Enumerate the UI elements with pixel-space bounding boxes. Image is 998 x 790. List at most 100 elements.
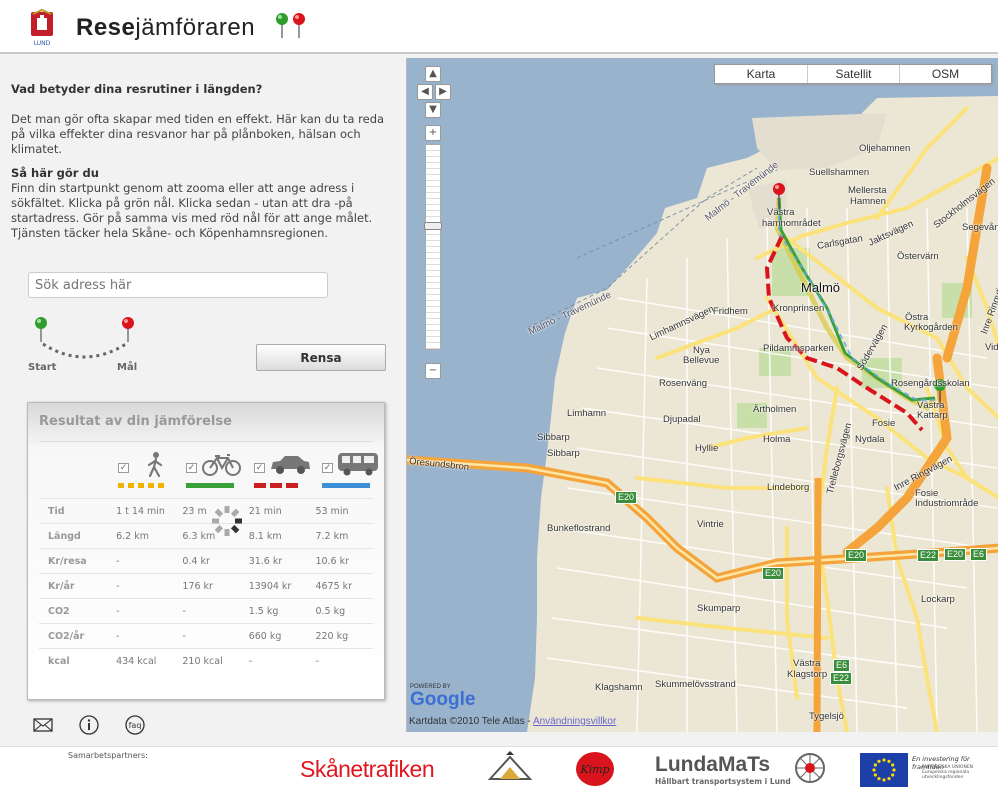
map-label: Lindeborg (767, 482, 810, 493)
mode-bus[interactable]: ✓ (322, 449, 382, 491)
info-icon[interactable] (78, 714, 100, 736)
copyright-text: Kartdata ©2010 Tele Atlas - (409, 716, 533, 727)
map-label: Suellshamnen (809, 167, 870, 178)
pan-left-icon[interactable]: ◀ (417, 84, 433, 100)
terms-link[interactable]: Användningsvillkor (533, 716, 616, 727)
map-label: Ärtholmen (753, 404, 797, 415)
map-label: Hyllie (695, 443, 719, 454)
results-cell-car: 8.1 km (239, 523, 307, 549)
zoom-in-icon[interactable]: + (425, 125, 441, 141)
partners-label: Samarbetspartners: (68, 751, 148, 760)
zoom-out-icon[interactable]: − (425, 363, 441, 379)
results-cell-bus: 220 kg (306, 623, 373, 649)
goal-label: Mål (117, 362, 138, 373)
zoom-slider[interactable] (425, 144, 441, 350)
road-shield: E20 (762, 567, 785, 580)
map-label: Västra (767, 207, 795, 218)
mode-car[interactable]: ✓ (254, 449, 314, 491)
map-label: Lockarp (921, 594, 955, 605)
mode-walk[interactable]: ✓ (118, 449, 178, 491)
map-city-label: Malmö (801, 280, 841, 295)
map-label: Vintrie (697, 519, 724, 530)
app: LUND Resejämföraren Vad betyder dina res… (0, 0, 998, 790)
results-cell-walk: - (107, 598, 174, 624)
intro-heading: Vad betyder dina resrutiner i längden? (11, 82, 263, 96)
pan-up-icon[interactable]: ▲ (425, 66, 441, 82)
pan-right-icon[interactable]: ▶ (435, 84, 451, 100)
left-panel: Vad betyder dina resrutiner i längden? D… (0, 56, 406, 746)
results-cell-bike: 210 kcal (173, 648, 240, 674)
skanetrafiken-logo[interactable]: Skånetrafiken (300, 756, 435, 783)
map-label: Industriområde (915, 498, 979, 509)
results-cell-walk: - (107, 623, 174, 649)
results-row: CO2/år - -660 kg 220 kg (39, 623, 373, 649)
results-row: kcal 434 kcal 210 kcal - - (39, 648, 373, 674)
results-cell-bike: - (173, 598, 240, 624)
results-cell-walk: - (107, 548, 174, 574)
map-label: Fosie (872, 418, 896, 429)
road-shield: E20 (615, 491, 638, 504)
lundamats-logo[interactable]: LundaMaTs (655, 753, 770, 777)
header: LUND Resejämföraren (0, 0, 998, 54)
faq-icon[interactable]: faq (124, 714, 146, 736)
map-label: Oljehamnen (859, 143, 911, 154)
map-label: Limhamn (567, 408, 607, 419)
results-cell-car: - (239, 648, 307, 674)
map-type-osm[interactable]: OSM (899, 65, 991, 83)
car-line (254, 483, 302, 488)
results-cell-bike: 0.4 kr (173, 548, 240, 574)
divider (39, 441, 373, 442)
results-cell-bus: 53 min (306, 498, 373, 524)
map-type-satellit[interactable]: Satellit (807, 65, 899, 83)
map-label: Segevång (962, 222, 998, 233)
results-row: CO2- -1.5 kg 0.5 kg (39, 598, 373, 624)
results-row-label: kcal (39, 648, 108, 674)
lundamats-wheel-icon (795, 753, 825, 783)
road-shield: E22 (917, 549, 940, 562)
map-label: Mellersta (848, 185, 887, 196)
search-input[interactable] (28, 272, 328, 298)
map-label: Rosengårdsskolan (891, 378, 970, 389)
goal-pin-icon[interactable] (122, 317, 134, 342)
results-cell-walk: 1 t 14 min (107, 498, 174, 524)
map-type-karta[interactable]: Karta (715, 65, 807, 83)
app-title-rest: jämföraren (135, 14, 256, 41)
kimp-logo[interactable]: Kimp (574, 750, 616, 788)
results-row: Tid 1 t 14 min 23 m 21 min 53 min (39, 498, 373, 524)
partner-road-logo[interactable] (486, 749, 534, 789)
road-shield: E20 (944, 548, 967, 561)
map-label: Holma (763, 434, 791, 445)
results-row: Kr/år -176 kr 13904 kr 4675 kr (39, 573, 373, 599)
mail-icon[interactable] (32, 714, 54, 736)
road-shield: E6 (833, 659, 851, 672)
results-row-label: Kr/resa (39, 548, 108, 574)
clear-button[interactable]: Rensa (256, 344, 386, 371)
map-label: Östervärn (897, 251, 939, 262)
walk-checkbox[interactable]: ✓ (118, 463, 129, 473)
map-label: Rosenväng (659, 378, 708, 389)
bike-checkbox[interactable]: ✓ (186, 463, 197, 473)
howto-text: Finn din startpunkt genom att zooma elle… (11, 181, 373, 240)
car-checkbox[interactable]: ✓ (254, 463, 265, 473)
start-pin-icon[interactable] (35, 317, 47, 342)
map-copyright: Kartdata ©2010 Tele Atlas - Användningsv… (409, 716, 616, 727)
mode-bike[interactable]: ✓ (186, 449, 246, 491)
car-icon (271, 456, 310, 474)
results-row: Längd 6.2 km 6.3 km 8.1 km 7.2 km (39, 523, 373, 549)
road-shield: E22 (830, 672, 853, 685)
app-title-bold: Rese (76, 14, 136, 41)
zoom-slider-handle[interactable] (424, 222, 442, 230)
results-row-label: CO2/år (39, 623, 108, 649)
map-canvas[interactable] (407, 58, 998, 732)
eu-flag-icon (860, 753, 908, 787)
map[interactable]: Oljehamnen Suellshamnen Mellersta Hamnen… (406, 58, 998, 732)
pan-down-icon[interactable]: ▼ (425, 102, 441, 118)
bus-checkbox[interactable]: ✓ (322, 463, 333, 473)
map-label: Sibbarp (537, 432, 570, 443)
results-cell-car: 13904 kr (239, 573, 307, 599)
road-shield: E20 (845, 549, 868, 562)
kimp-text: Kimp (579, 763, 609, 776)
bike-line (186, 483, 234, 488)
results-cell-bus: 7.2 km (306, 523, 373, 549)
results-cell-car: 660 kg (239, 623, 307, 649)
